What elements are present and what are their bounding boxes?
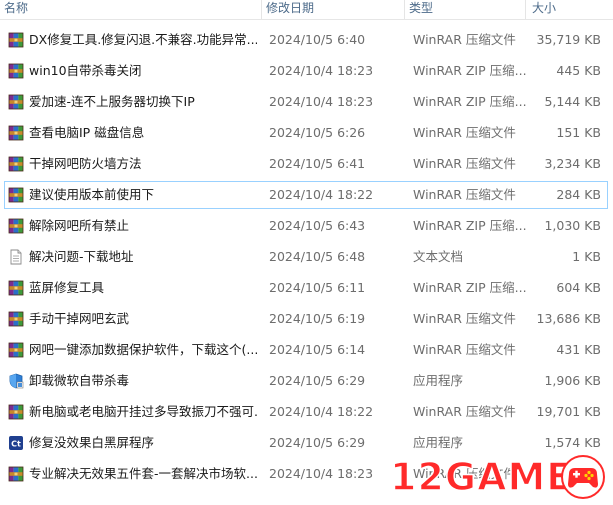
winrar-archive-icon [8, 156, 24, 172]
file-type: WinRAR 压缩文件 [413, 404, 516, 419]
winrar-archive-icon [8, 218, 24, 234]
file-modified-date: 2024/10/5 6:29 [269, 435, 366, 450]
file-size: 1,030 KB [544, 218, 601, 233]
winrar-archive-icon [8, 311, 24, 327]
file-name: 干掉网吧防火墙方法 [29, 156, 142, 171]
file-type: WinRAR ZIP 压缩... [413, 94, 527, 109]
winrar-archive-icon [8, 280, 24, 296]
file-row[interactable]: 解除网吧所有禁止 2024/10/5 6:43 WinRAR ZIP 压缩... 1,… [4, 212, 608, 240]
file-row[interactable]: 爱加速-连不上服务器切换下IP 2024/10/4 18:23 WinRAR ZIP… [4, 88, 608, 116]
winrar-archive-icon [8, 94, 24, 110]
file-size: 19,701 KB [536, 404, 601, 419]
file-row[interactable]: 新电脑或老电脑开挂过多导致振刀不强可... 2024/10/4 18:22 WinR… [4, 398, 608, 426]
file-name: 卸载微软自带杀毒 [29, 373, 130, 388]
file-type: WinRAR 压缩文件 [413, 32, 516, 47]
file-row[interactable]: 手动干掉网吧玄武 2024/10/5 6:19 WinRAR 压缩文件 13,686 … [4, 305, 608, 333]
file-modified-date: 2024/10/5 6:26 [269, 125, 366, 140]
winrar-archive-icon [8, 63, 24, 79]
file-name: 网吧一键添加数据保护软件，下载这个(... [29, 342, 257, 357]
watermark-text: 12GAME [389, 454, 574, 500]
file-name: 建议使用版本前使用下 [29, 187, 155, 202]
file-modified-date: 2024/10/5 6:29 [269, 373, 366, 388]
file-name: 爱加速-连不上服务器切换下IP [29, 94, 195, 109]
file-modified-date: 2024/10/5 6:11 [269, 280, 366, 295]
file-row[interactable]: 卸载微软自带杀毒 2024/10/5 6:29 应用程序 1,906 KB [4, 367, 608, 395]
winrar-archive-icon [8, 466, 24, 482]
file-name: 解除网吧所有禁止 [29, 218, 130, 233]
file-modified-date: 2024/10/5 6:40 [269, 32, 366, 47]
file-size: 604 KB [556, 280, 601, 295]
file-size: 445 KB [556, 63, 601, 78]
file-type: WinRAR 压缩文件 [413, 311, 516, 326]
file-modified-date: 2024/10/5 6:43 [269, 218, 366, 233]
file-type: WinRAR 压缩文件 [413, 187, 516, 202]
file-type: WinRAR ZIP 压缩... [413, 218, 527, 233]
file-row[interactable]: 建议使用版本前使用下 2024/10/4 18:22 WinRAR 压缩文件 284 … [4, 181, 608, 209]
shield-app-icon [8, 373, 24, 389]
file-name: 查看电脑IP 磁盘信息 [29, 125, 145, 140]
file-modified-date: 2024/10/4 18:23 [269, 94, 374, 109]
file-name: 蓝屏修复工具 [29, 280, 105, 295]
column-header-size[interactable]: 大小 [526, 0, 613, 19]
winrar-archive-icon [8, 32, 24, 48]
file-type: 文本文档 [413, 249, 464, 264]
file-size: 1,906 KB [544, 373, 601, 388]
file-size: 35,719 KB [536, 32, 601, 47]
file-modified-date: 2024/10/4 18:22 [269, 187, 374, 202]
file-name: 解决问题-下载地址 [29, 249, 134, 264]
file-size: 5,144 KB [544, 94, 601, 109]
file-modified-date: 2024/10/5 6:14 [269, 342, 366, 357]
winrar-archive-icon [8, 342, 24, 358]
file-row[interactable]: 解决问题-下载地址 2024/10/5 6:48 文本文档 1 KB [4, 243, 608, 271]
file-type: WinRAR ZIP 压缩... [413, 280, 527, 295]
file-row[interactable]: 蓝屏修复工具 2024/10/5 6:11 WinRAR ZIP 压缩... 604 … [4, 274, 608, 302]
column-header-type[interactable]: 类型 [405, 0, 526, 19]
file-name: win10自带杀毒关闭 [29, 63, 142, 78]
winrar-archive-icon [8, 187, 24, 203]
file-modified-date: 2024/10/4 18:23 [269, 63, 374, 78]
file-name: 手动干掉网吧玄武 [29, 311, 130, 326]
file-row[interactable]: win10自带杀毒关闭 2024/10/4 18:23 WinRAR ZIP 压缩.… [4, 57, 608, 85]
file-type: WinRAR 压缩文件 [413, 156, 516, 171]
file-type: WinRAR ZIP 压缩... [413, 63, 527, 78]
file-row[interactable]: DX修复工具.修复闪退.不兼容.功能异常.... 2024/10/5 6:40 Wi… [4, 26, 608, 54]
file-size: 284 KB [556, 187, 601, 202]
file-modified-date: 2024/10/4 18:23 [269, 466, 374, 481]
text-document-icon [8, 249, 24, 265]
file-modified-date: 2024/10/5 6:41 [269, 156, 366, 171]
file-row[interactable]: 网吧一键添加数据保护软件，下载这个(... 2024/10/5 6:14 WinRA… [4, 336, 608, 364]
column-header-name[interactable]: 名称 [0, 0, 262, 19]
file-name: 新电脑或老电脑开挂过多导致振刀不强可... [29, 404, 257, 419]
watermark-logo: 12GAME [389, 452, 613, 505]
file-size: 13,686 KB [536, 311, 601, 326]
file-row[interactable]: 干掉网吧防火墙方法 2024/10/5 6:41 WinRAR 压缩文件 3,234 … [4, 150, 608, 178]
file-size: 151 KB [556, 125, 601, 140]
file-modified-date: 2024/10/4 18:22 [269, 404, 374, 419]
file-name: DX修复工具.修复闪退.不兼容.功能异常.... [29, 32, 257, 47]
svg-text:Ct: Ct [11, 440, 21, 449]
file-size: 431 KB [556, 342, 601, 357]
file-row[interactable]: 查看电脑IP 磁盘信息 2024/10/5 6:26 WinRAR 压缩文件 151 … [4, 119, 608, 147]
ct-app-icon: Ct [8, 435, 24, 451]
file-modified-date: 2024/10/5 6:48 [269, 249, 366, 264]
gamepad-icon [561, 455, 605, 499]
file-type: WinRAR 压缩文件 [413, 125, 516, 140]
file-name: 修复没效果白黑屏程序 [29, 435, 155, 450]
winrar-archive-icon [8, 404, 24, 420]
file-name: 专业解决无效果五件套-一套解决市场软... [29, 466, 257, 481]
column-header-bar: 名称 修改日期 类型 大小 [0, 0, 613, 20]
file-size: 3,234 KB [544, 156, 601, 171]
file-modified-date: 2024/10/5 6:19 [269, 311, 366, 326]
file-type: 应用程序 [413, 373, 464, 388]
column-header-date[interactable]: 修改日期 [262, 0, 405, 19]
winrar-archive-icon [8, 125, 24, 141]
file-type: WinRAR 压缩文件 [413, 342, 516, 357]
file-size: 1 KB [572, 249, 601, 264]
